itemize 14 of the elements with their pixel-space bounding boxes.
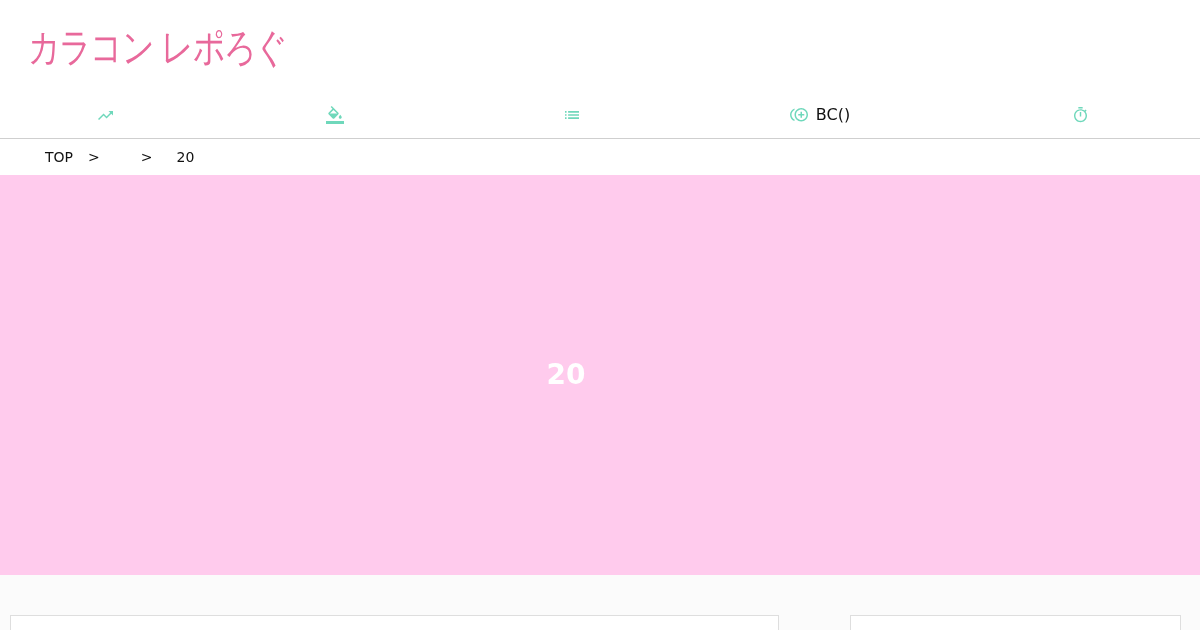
nav-link[interactable]: BC(): [789, 103, 851, 127]
stopwatch-icon: [1073, 107, 1087, 123]
breadcrumb-link[interactable]: TOP: [45, 148, 73, 166]
nav-link[interactable]: [1073, 105, 1087, 125]
nav-link[interactable]: [97, 108, 113, 122]
list-icon: [564, 111, 579, 119]
trend-up-icon: [97, 110, 113, 120]
breadcrumb-separator: >: [88, 148, 100, 166]
paint-bucket-icon: [326, 106, 344, 124]
nav-link[interactable]: [326, 104, 344, 126]
breadcrumb-separator: >: [140, 148, 153, 166]
breadcrumb-current: 20: [176, 148, 195, 166]
circle-plus-icon: [789, 108, 808, 122]
nav-link[interactable]: [564, 109, 579, 121]
